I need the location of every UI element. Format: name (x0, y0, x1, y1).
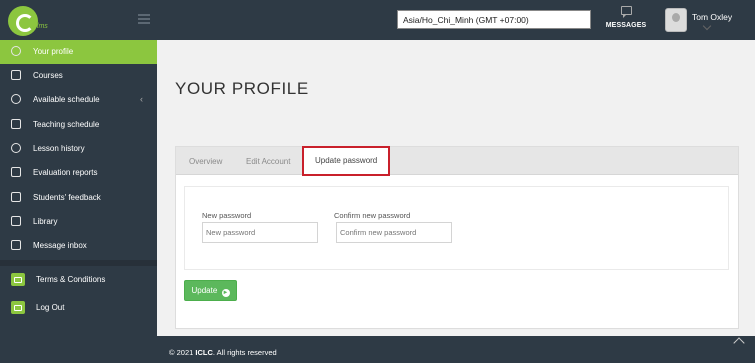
logo-text: elms (33, 23, 48, 30)
page-title: YOUR PROFILE (175, 79, 309, 98)
sidebar-item-label: Students' feedback (33, 193, 101, 202)
copyright-text: © 2021 ICLC. All rights reserved (169, 348, 277, 357)
sidebar-item-label: Teaching schedule (33, 120, 100, 129)
sidebar-item-your-profile[interactable]: Your profile (0, 40, 157, 64)
user-name: Tom Oxley (692, 12, 733, 22)
logout-icon (11, 301, 25, 314)
messages-label: MESSAGES (605, 22, 647, 29)
sidebar-item-library[interactable]: Library (0, 210, 157, 234)
timezone-field[interactable] (397, 10, 591, 29)
sidebar-item-evaluation-reports[interactable]: Evaluation reports (0, 161, 157, 185)
top-bar: elms MESSAGES Tom Oxley (0, 0, 755, 40)
chevron-left-icon: ‹ (140, 94, 143, 104)
menu-toggle-icon[interactable] (138, 14, 150, 24)
copyright-brand: ICLC (195, 348, 213, 357)
sidebar-item-label: Terms & Conditions (36, 275, 106, 284)
sidebar-item-students-feedback[interactable]: Students' feedback (0, 186, 157, 210)
confirm-password-label: Confirm new password (334, 211, 411, 220)
chat-icon (620, 6, 632, 18)
sidebar-item-logout[interactable]: Log Out (0, 296, 157, 320)
sidebar-bottom: Terms & Conditions Log Out (0, 266, 157, 363)
tab-edit-account[interactable]: Edit Account (246, 147, 290, 175)
footer: © 2021 ICLC. All rights reserved (157, 336, 755, 363)
sidebar-item-label: Log Out (36, 303, 65, 312)
clock-icon (11, 143, 21, 153)
tab-bar: Overview Edit Account Update password (176, 146, 738, 176)
new-password-field[interactable] (202, 222, 318, 243)
sidebar-item-courses[interactable]: Courses (0, 64, 157, 88)
messages-button[interactable]: MESSAGES (604, 6, 648, 29)
update-button-label: Update (191, 286, 218, 295)
user-icon (11, 46, 21, 56)
document-icon (11, 167, 21, 177)
copyright-suffix: . All rights reserved (212, 348, 277, 357)
copyright-prefix: © 2021 (169, 348, 194, 357)
sidebar-item-terms[interactable]: Terms & Conditions (0, 268, 157, 292)
sidebar-item-available-schedule[interactable]: Available schedule ‹ (0, 88, 157, 112)
terminal-icon (11, 273, 25, 286)
document-icon (11, 192, 21, 202)
sidebar-item-label: Courses (33, 71, 63, 80)
sidebar-item-message-inbox[interactable]: Message inbox (0, 234, 157, 258)
profile-card: Overview Edit Account Update password Ne… (175, 146, 739, 329)
tab-overview[interactable]: Overview (189, 147, 222, 175)
sidebar-item-label: Library (33, 217, 58, 226)
confirm-password-field[interactable] (336, 222, 452, 243)
sidebar: Your profile Courses Available schedule … (0, 40, 157, 363)
logo-icon[interactable] (8, 6, 38, 36)
update-button[interactable]: Update ► (184, 280, 237, 301)
calendar-icon (11, 119, 21, 129)
avatar (665, 8, 687, 32)
book-icon (11, 70, 21, 80)
sidebar-item-label: Message inbox (33, 241, 87, 250)
password-form: New password Confirm new password (184, 186, 729, 270)
sidebar-item-label: Evaluation reports (33, 168, 98, 177)
sidebar-item-label: Available schedule (33, 95, 100, 104)
chat-icon (11, 240, 21, 250)
new-password-label: New password (202, 211, 252, 220)
chevron-down-icon (702, 21, 712, 31)
arrow-right-icon: ► (221, 289, 230, 297)
chevron-up-icon[interactable] (733, 337, 745, 349)
sidebar-item-label: Lesson history (33, 144, 85, 153)
main-content: YOUR PROFILE Overview Edit Account Updat… (157, 40, 755, 336)
sidebar-item-teaching-schedule[interactable]: Teaching schedule (0, 113, 157, 137)
open-book-icon (11, 216, 21, 226)
tab-update-password[interactable]: Update password (302, 146, 391, 176)
clock-icon (11, 94, 21, 104)
sidebar-item-lesson-history[interactable]: Lesson history (0, 137, 157, 161)
sidebar-item-label: Your profile (33, 47, 74, 56)
